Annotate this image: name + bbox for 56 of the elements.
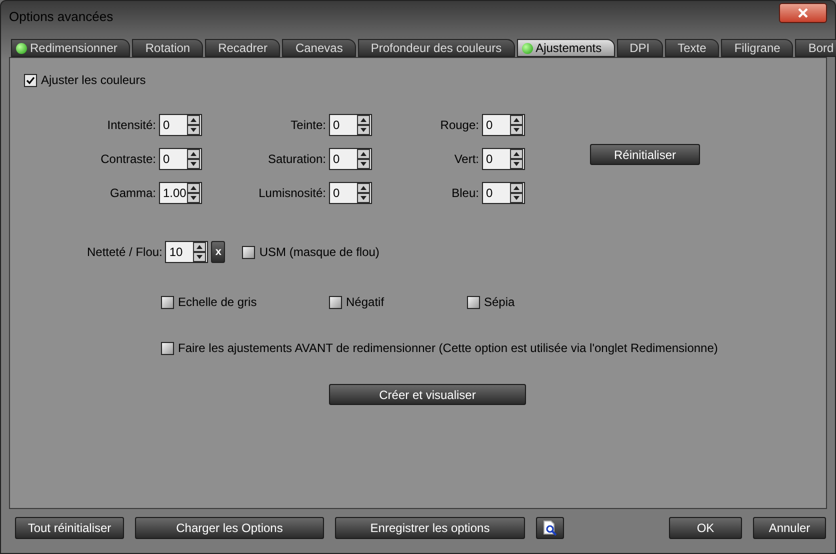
tab[interactable]: Texte <box>664 39 720 57</box>
footer-button[interactable]: Tout réinitialiser <box>15 517 124 539</box>
spinner-field[interactable]: 0 <box>329 148 372 170</box>
preview-button[interactable]: Créer et visualiser <box>329 384 526 405</box>
document-magnifier-icon <box>543 520 557 536</box>
footer-button[interactable]: Charger les Options <box>135 517 324 539</box>
spinner-field[interactable]: 0 <box>329 182 372 204</box>
checkbox[interactable] <box>242 246 256 258</box>
checkbox-label: Négatif <box>346 294 384 311</box>
checkmark-icon <box>26 76 35 84</box>
spinner-field[interactable]: 0 <box>159 148 202 170</box>
tab[interactable]: Ajustements <box>516 39 615 57</box>
spinner-field[interactable]: 0 <box>329 114 372 136</box>
tab[interactable]: Rotation <box>132 39 204 57</box>
spinner-field[interactable]: 0 <box>482 182 525 204</box>
spinner-field[interactable]: 0 <box>159 114 202 136</box>
field-label: Bleu: <box>452 185 479 202</box>
clear-button[interactable]: x <box>211 241 226 263</box>
close-button[interactable] <box>779 3 827 23</box>
tab[interactable]: Filigrane <box>721 39 794 57</box>
checkbox-label: Echelle de gris <box>178 294 257 311</box>
field-label: Lumisnosité: <box>258 185 326 202</box>
sharpness-label: Netteté / Flou: <box>87 244 162 261</box>
checkbox[interactable] <box>161 342 174 354</box>
footer-button[interactable]: Annuler <box>753 517 826 539</box>
spinner-field[interactable]: 10 <box>165 241 208 263</box>
close-icon <box>798 8 808 18</box>
checkbox-label: Sépia <box>484 294 515 311</box>
field-label: Saturation: <box>268 151 326 168</box>
tab[interactable]: Bord <box>795 39 836 57</box>
field-label: Teinte: <box>290 117 326 134</box>
checkbox-label: USM (masque de flou) <box>259 244 380 261</box>
tab[interactable]: Redimensionner <box>11 39 130 57</box>
reset-button[interactable]: Réinitialiser <box>590 144 700 165</box>
preview-icon-button[interactable] <box>536 517 564 539</box>
checkbox[interactable] <box>467 296 480 308</box>
spinner-field[interactable]: 0 <box>482 148 525 170</box>
field-label: Rouge: <box>440 117 479 134</box>
field-label: Intensité: <box>107 117 156 134</box>
spinner-field[interactable]: 0 <box>482 114 525 136</box>
field-label: Vert: <box>454 151 479 168</box>
checkbox[interactable] <box>24 74 37 86</box>
checkbox[interactable] <box>329 296 342 308</box>
field-label: Gamma: <box>110 185 156 202</box>
checkbox-label: Faire les ajustements AVANT de redimensionner (Cette option est utilisée via l'onglet Redimensionne) <box>178 340 718 357</box>
field-label: Contraste: <box>100 151 156 168</box>
checkbox-label: Ajuster les couleurs <box>41 72 146 89</box>
tab[interactable]: Canevas <box>282 39 356 57</box>
tab[interactable]: DPI <box>616 39 663 57</box>
window-title: Options avancées <box>9 8 114 26</box>
footer-button[interactable]: Enregistrer les options <box>335 517 525 539</box>
footer-button[interactable]: OK <box>669 517 742 539</box>
tab[interactable]: Recadrer <box>205 39 280 57</box>
checkbox[interactable] <box>161 296 174 308</box>
tab[interactable]: Profondeur des couleurs <box>358 39 515 57</box>
spinner-field[interactable]: 1.00 <box>159 182 202 204</box>
